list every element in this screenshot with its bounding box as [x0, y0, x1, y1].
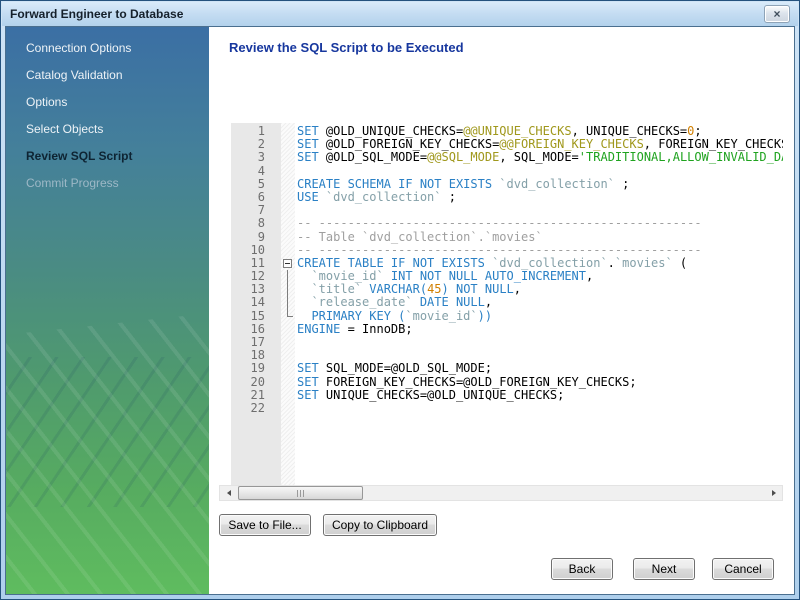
- line-number: 22: [231, 402, 281, 415]
- title-bar: Forward Engineer to Database: [2, 2, 798, 26]
- sidebar-item-catalog-validation: Catalog Validation: [6, 62, 209, 89]
- fold-cell: [281, 217, 295, 230]
- sidebar-item-review-sql-script: Review SQL Script: [6, 143, 209, 170]
- fold-cell: [281, 389, 295, 402]
- line-number: 6: [231, 191, 281, 204]
- sidebar-item-connection-options: Connection Options: [6, 35, 209, 62]
- line-number: 2: [231, 138, 281, 151]
- fold-cell: [281, 138, 295, 151]
- fold-cell: [281, 151, 295, 164]
- fold-cell: [281, 402, 295, 415]
- fold-margin: [281, 123, 295, 485]
- fold-marker-line: [281, 283, 295, 296]
- fold-marker-line: [281, 296, 295, 309]
- sidebar-decor-stripes-dark: [6, 357, 209, 507]
- sidebar-item-select-objects: Select Objects: [6, 116, 209, 143]
- sidebar-steps: Connection OptionsCatalog ValidationOpti…: [6, 27, 209, 197]
- fold-cell: [281, 336, 295, 349]
- client-area: Connection OptionsCatalog ValidationOpti…: [5, 26, 795, 595]
- wizard-window: Forward Engineer to Database × Connectio…: [0, 0, 800, 600]
- page-title: Review the SQL Script to be Executed: [229, 40, 464, 55]
- sidebar-item-commit-progress: Commit Progress: [6, 170, 209, 197]
- wizard-sidebar: Connection OptionsCatalog ValidationOpti…: [6, 27, 209, 594]
- code-line[interactable]: [295, 336, 783, 349]
- code-area[interactable]: SET @OLD_UNIQUE_CHECKS=@@UNIQUE_CHECKS, …: [295, 123, 783, 485]
- fold-cell: [281, 231, 295, 244]
- fold-cell: [281, 376, 295, 389]
- scrollbar-grip-icon: [297, 490, 305, 497]
- fold-cell: [281, 178, 295, 191]
- line-number: 7: [231, 204, 281, 217]
- fold-cell: [281, 125, 295, 138]
- window-title: Forward Engineer to Database: [10, 7, 183, 21]
- line-number: 5: [231, 178, 281, 191]
- line-number: 21: [231, 389, 281, 402]
- line-number: 8: [231, 217, 281, 230]
- fold-marker-end: [281, 310, 295, 323]
- fold-cell: [281, 204, 295, 217]
- fold-cell: [281, 191, 295, 204]
- code-line[interactable]: [295, 402, 783, 415]
- sql-script-editor[interactable]: 12345678910111213141516171819202122 SET …: [219, 123, 783, 485]
- line-number: 15: [231, 310, 281, 323]
- fold-cell: [281, 362, 295, 375]
- line-number: 3: [231, 151, 281, 164]
- fold-cell: [281, 349, 295, 362]
- scroll-left-arrow-icon[interactable]: [220, 486, 236, 500]
- sidebar-item-options: Options: [6, 89, 209, 116]
- main-panel: Review the SQL Script to be Executed 123…: [209, 27, 794, 594]
- back-button[interactable]: Back: [551, 558, 613, 580]
- close-button[interactable]: ×: [764, 5, 790, 23]
- close-icon: ×: [773, 7, 780, 21]
- cancel-button[interactable]: Cancel: [712, 558, 774, 580]
- code-line[interactable]: ENGINE = InnoDB;: [295, 323, 783, 336]
- copy-to-clipboard-button[interactable]: Copy to Clipboard: [323, 514, 437, 536]
- fold-cell: [281, 165, 295, 178]
- fold-marker-box[interactable]: [281, 257, 295, 270]
- line-number: 14: [231, 296, 281, 309]
- fold-marker-line: [281, 270, 295, 283]
- save-to-file-button[interactable]: Save to File...: [219, 514, 311, 536]
- line-number: 9: [231, 231, 281, 244]
- line-number: 19: [231, 362, 281, 375]
- horizontal-scrollbar[interactable]: [219, 485, 783, 501]
- fold-cell: [281, 244, 295, 257]
- scroll-right-arrow-icon[interactable]: [766, 486, 782, 500]
- line-number: 1: [231, 125, 281, 138]
- editor-left-pad: [219, 123, 231, 485]
- code-line[interactable]: SET @OLD_SQL_MODE=@@SQL_MODE, SQL_MODE='…: [295, 151, 783, 164]
- line-number: 10: [231, 244, 281, 257]
- line-number: 4: [231, 165, 281, 178]
- line-number-gutter: 12345678910111213141516171819202122: [231, 123, 281, 485]
- next-button[interactable]: Next: [633, 558, 695, 580]
- code-line[interactable]: SET UNIQUE_CHECKS=@OLD_UNIQUE_CHECKS;: [295, 389, 783, 402]
- sidebar-decor-stripes-light: [6, 307, 209, 594]
- line-number: 20: [231, 376, 281, 389]
- fold-cell: [281, 323, 295, 336]
- scrollbar-thumb[interactable]: [238, 486, 363, 500]
- code-line[interactable]: USE `dvd_collection` ;: [295, 191, 783, 204]
- collapse-icon[interactable]: [283, 259, 292, 268]
